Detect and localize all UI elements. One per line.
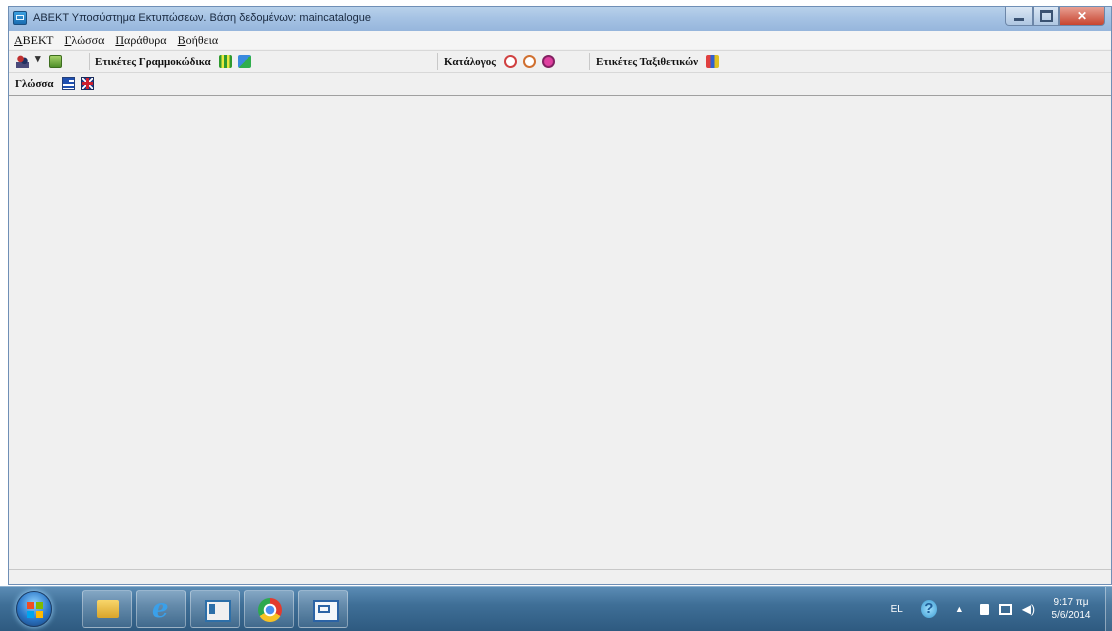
user-toolbar-group — [13, 51, 65, 72]
clock-date: 5/6/2014 — [1051, 610, 1091, 621]
greek-flag-icon[interactable] — [61, 77, 75, 90]
network-icon[interactable] — [998, 603, 1012, 615]
language-toolbar-group: Γλώσσα — [11, 73, 97, 94]
taskbar-app-window[interactable] — [190, 590, 240, 628]
taskbar-app-chrome[interactable] — [244, 590, 294, 628]
volume-icon[interactable]: ◀) — [1022, 602, 1035, 616]
toolbar-separator — [437, 53, 438, 70]
catalogue-label: Κατάλογος — [444, 55, 496, 68]
taskbar: e EL ? ▲ ◀) 9:17 πμ 5/6/2014 — [0, 586, 1112, 631]
menu-help[interactable]: Βοήθεια — [173, 33, 225, 48]
start-button[interactable] — [16, 591, 52, 627]
catalogue-record-icon[interactable] — [541, 55, 555, 68]
menu-windows[interactable]: Παράθυρα — [110, 33, 172, 48]
catalogue-edit-icon[interactable] — [522, 55, 536, 68]
windows-logo-icon — [27, 602, 43, 618]
maximize-button[interactable] — [1033, 7, 1059, 26]
clock[interactable]: 9:17 πμ 5/6/2014 — [1049, 596, 1093, 622]
taskbar-app-abekt[interactable] — [298, 590, 348, 628]
users-icon[interactable] — [16, 55, 29, 68]
window-controls: ✕ — [1005, 7, 1105, 27]
catalogue-toolbar-group: Κατάλογος — [440, 51, 558, 72]
uk-flag-icon[interactable] — [80, 77, 94, 90]
toolbar-separator — [89, 53, 90, 70]
abekt-app-icon — [313, 600, 339, 622]
title-bar[interactable]: ΑΒΕΚΤ Υποσύστημα Εκτυπώσεων. Βάση δεδομέ… — [9, 7, 1111, 32]
folder-icon — [97, 600, 119, 618]
mdi-client-area[interactable] — [9, 96, 1111, 570]
shelfmark-print-icon[interactable] — [706, 55, 720, 68]
database-icon[interactable] — [49, 55, 62, 68]
show-desktop-button[interactable] — [1105, 587, 1112, 631]
dropdown-arrow-icon[interactable] — [35, 52, 43, 68]
barcode-labels-label: Ετικέτες Γραμμοκώδικα — [95, 55, 211, 68]
window-icon — [205, 600, 231, 622]
chrome-icon — [258, 598, 282, 622]
clock-time: 9:17 πμ — [1053, 597, 1089, 608]
close-button[interactable]: ✕ — [1059, 7, 1105, 26]
catalogue-add-icon[interactable] — [503, 55, 517, 68]
language-toolbar: Γλώσσα — [9, 72, 1111, 97]
internet-explorer-icon: e — [152, 594, 169, 624]
window-title: ΑΒΕΚΤ Υποσύστημα Εκτυπώσεων. Βάση δεδομέ… — [33, 12, 371, 24]
barcode-preview-icon[interactable] — [237, 55, 251, 68]
application-window: ΑΒΕΚΤ Υποσύστημα Εκτυπώσεων. Βάση δεδομέ… — [8, 6, 1112, 585]
menu-language[interactable]: Γλώσσα — [59, 33, 110, 48]
system-tray: EL ? ▲ ◀) 9:17 πμ 5/6/2014 — [891, 587, 1112, 631]
barcode-toolbar-group: Ετικέτες Γραμμοκώδικα — [91, 51, 254, 72]
shelfmark-labels-label: Ετικέτες Ταξιθετικών — [596, 55, 699, 68]
language-indicator[interactable]: EL — [891, 604, 903, 615]
minimize-button[interactable] — [1005, 7, 1033, 26]
app-icon[interactable] — [13, 11, 27, 25]
main-toolbar: Ετικέτες Γραμμοκώδικα Κατάλογος Ετικέτες… — [9, 50, 1111, 72]
help-icon[interactable]: ? — [920, 600, 937, 618]
action-center-icon[interactable] — [979, 603, 989, 615]
language-label: Γλώσσα — [15, 77, 54, 90]
show-hidden-icons-icon[interactable]: ▲ — [955, 604, 964, 614]
toolbar-separator — [589, 53, 590, 70]
shelfmark-toolbar-group: Ετικέτες Ταξιθετικών — [592, 51, 722, 72]
menu-bar: ΑΒΕΚΤ Γλώσσα Παράθυρα Βοήθεια — [9, 31, 1111, 49]
barcode-print-icon[interactable] — [218, 55, 232, 68]
taskbar-app-explorer[interactable] — [82, 590, 132, 628]
taskbar-app-internet-explorer[interactable]: e — [136, 590, 186, 628]
menu-abekt[interactable]: ΑΒΕΚΤ — [9, 33, 59, 48]
status-bar — [9, 569, 1111, 584]
